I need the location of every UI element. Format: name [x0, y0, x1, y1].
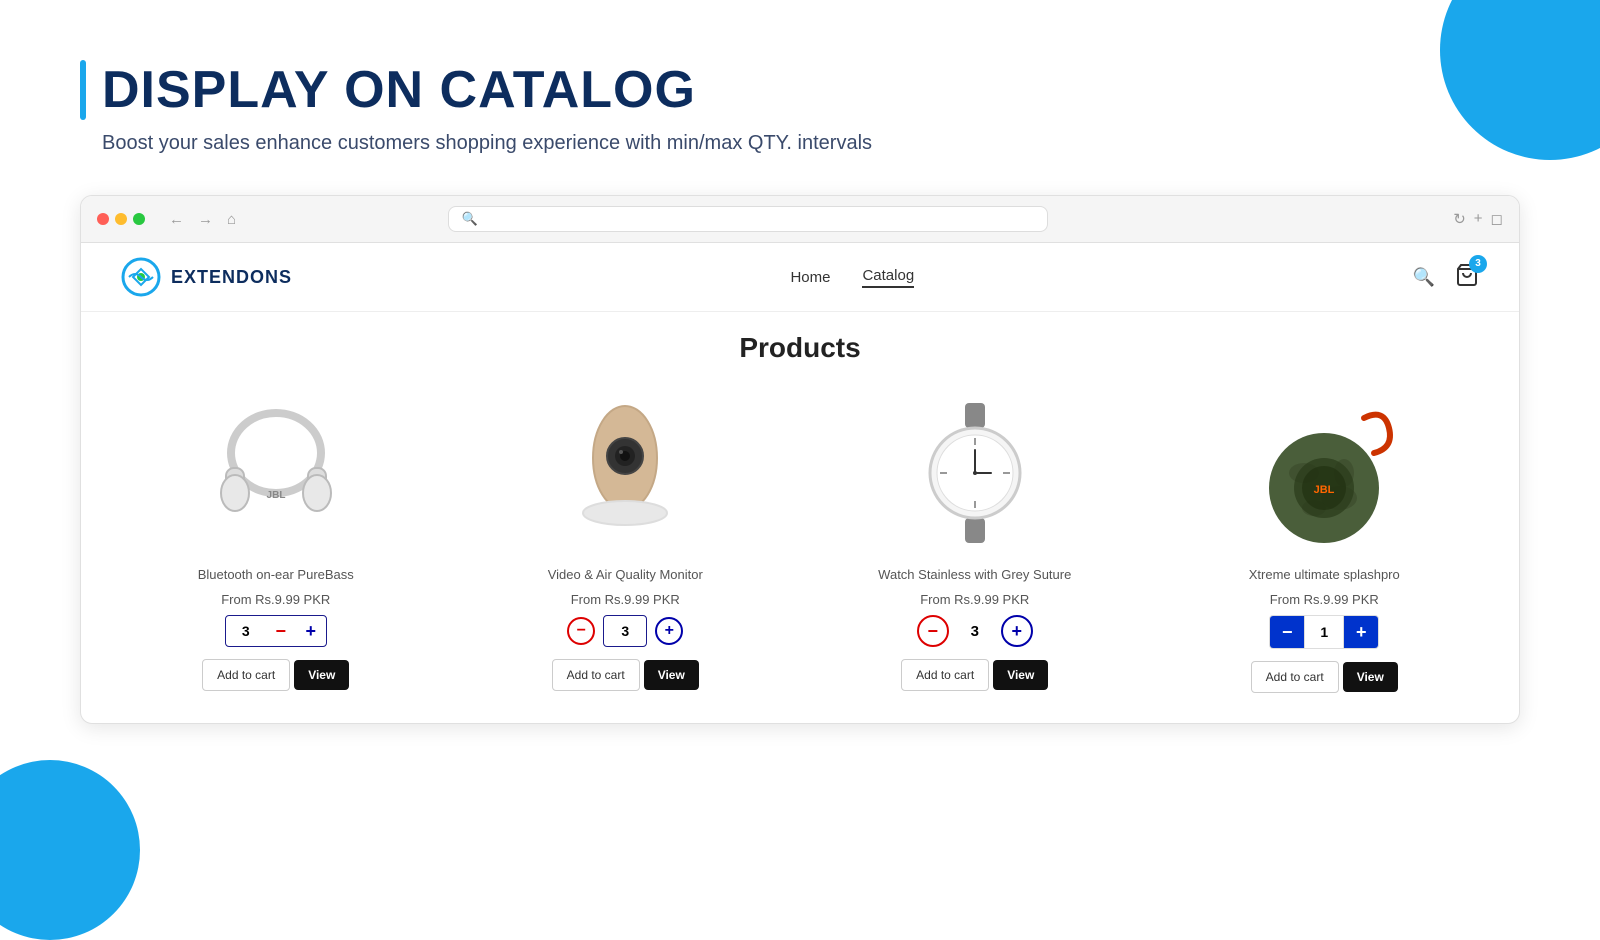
qty-plus-2[interactable]: +: [655, 617, 683, 645]
qty-stepper-2: − +: [567, 615, 683, 647]
browser-nav-buttons: ← → ⌂: [165, 209, 240, 230]
svg-text:JBL: JBL: [266, 490, 285, 501]
cart-row-1: Add to cart View: [202, 659, 349, 691]
logo-icon: [121, 257, 161, 297]
nav-catalog[interactable]: Catalog: [862, 267, 914, 288]
add-tab-button[interactable]: +: [1474, 210, 1483, 228]
browser-dots: [97, 213, 145, 225]
page-header: DISPLAY ON CATALOG Boost your sales enha…: [0, 0, 1600, 185]
title-row: DISPLAY ON CATALOG: [80, 60, 1520, 120]
product-card-3: Watch Stainless with Grey Suture From Rs…: [810, 388, 1140, 693]
qty-input-3[interactable]: [957, 615, 993, 647]
view-button-1[interactable]: View: [294, 660, 349, 690]
qty-plus-1[interactable]: +: [296, 616, 326, 646]
qty-stepper-1: − +: [225, 615, 327, 647]
search-button[interactable]: 🔍: [1413, 267, 1435, 288]
store-actions: 🔍 3: [1413, 263, 1479, 292]
cart-button[interactable]: 3: [1455, 263, 1479, 292]
browser-window: ← → ⌂ 🔍 ↻ + ◻ EXTENDONS Home Catalog: [80, 195, 1520, 724]
qty-minus-1[interactable]: −: [266, 616, 296, 646]
qty-input-1[interactable]: [226, 616, 266, 646]
qty-minus-4[interactable]: −: [1270, 616, 1304, 648]
product-name-1: Bluetooth on-ear PureBass: [198, 566, 354, 584]
product-card-1: JBL Bluetooth on-ear PureBass From Rs.9.…: [111, 388, 441, 693]
store-menu: Home Catalog: [790, 267, 914, 288]
products-section: Products JBL Bluetooth on-ear PureBass: [81, 312, 1519, 723]
store-logo: EXTENDONS: [121, 257, 292, 297]
product-price-3: From Rs.9.99 PKR: [920, 592, 1029, 607]
product-image-4: JBL: [1234, 388, 1414, 558]
browser-toolbar: ← → ⌂ 🔍 ↻ + ◻: [81, 196, 1519, 243]
forward-button[interactable]: →: [194, 209, 217, 230]
view-button-2[interactable]: View: [644, 660, 699, 690]
qty-plus-3[interactable]: +: [1001, 615, 1033, 647]
logo-text: EXTENDONS: [171, 267, 292, 288]
qty-stepper-4: − +: [1269, 615, 1379, 649]
product-name-2: Video & Air Quality Monitor: [548, 566, 703, 584]
qty-input-4[interactable]: [1304, 616, 1344, 648]
store-nav: EXTENDONS Home Catalog 🔍 3: [81, 243, 1519, 312]
qty-plus-4[interactable]: +: [1344, 616, 1378, 648]
back-button[interactable]: ←: [165, 209, 188, 230]
products-title: Products: [111, 332, 1489, 364]
cart-row-2: Add to cart View: [552, 659, 699, 691]
product-price-4: From Rs.9.99 PKR: [1270, 592, 1379, 607]
view-button-4[interactable]: View: [1343, 662, 1398, 692]
view-button-3[interactable]: View: [993, 660, 1048, 690]
dot-green[interactable]: [133, 213, 145, 225]
product-image-3: [885, 388, 1065, 558]
browser-actions: ↻ + ◻: [1453, 210, 1503, 228]
add-to-cart-1[interactable]: Add to cart: [202, 659, 290, 691]
page-title: DISPLAY ON CATALOG: [102, 60, 696, 120]
product-price-1: From Rs.9.99 PKR: [221, 592, 330, 607]
more-button[interactable]: ◻: [1491, 210, 1503, 228]
svg-text:JBL: JBL: [1314, 484, 1335, 496]
add-to-cart-3[interactable]: Add to cart: [901, 659, 989, 691]
qty-input-2[interactable]: [603, 615, 647, 647]
cart-row-4: Add to cart View: [1251, 661, 1398, 693]
page-subtitle: Boost your sales enhance customers shopp…: [80, 132, 1520, 155]
title-accent-bar: [80, 60, 86, 120]
cart-row-3: Add to cart View: [901, 659, 1048, 691]
nav-home[interactable]: Home: [790, 269, 830, 286]
search-icon: 🔍: [461, 211, 477, 227]
dot-yellow[interactable]: [115, 213, 127, 225]
reload-button[interactable]: ↻: [1453, 210, 1466, 228]
product-image-2: [535, 388, 715, 558]
cart-badge: 3: [1469, 255, 1487, 273]
product-price-2: From Rs.9.99 PKR: [571, 592, 680, 607]
product-name-3: Watch Stainless with Grey Suture: [878, 566, 1071, 584]
add-to-cart-4[interactable]: Add to cart: [1251, 661, 1339, 693]
browser-address-bar[interactable]: 🔍: [448, 206, 1048, 232]
home-button[interactable]: ⌂: [223, 209, 240, 230]
product-card-2: Video & Air Quality Monitor From Rs.9.99…: [461, 388, 791, 693]
add-to-cart-2[interactable]: Add to cart: [552, 659, 640, 691]
product-image-1: JBL: [186, 388, 366, 558]
bg-decoration-bottom-left: [0, 760, 140, 940]
products-grid: JBL Bluetooth on-ear PureBass From Rs.9.…: [111, 388, 1489, 693]
qty-stepper-3: − +: [917, 615, 1033, 647]
dot-red[interactable]: [97, 213, 109, 225]
product-card-4: JBL Xtreme ultimate splashpro From Rs.9.…: [1160, 388, 1490, 693]
qty-minus-3[interactable]: −: [917, 615, 949, 647]
qty-minus-2[interactable]: −: [567, 617, 595, 645]
product-name-4: Xtreme ultimate splashpro: [1249, 566, 1400, 584]
